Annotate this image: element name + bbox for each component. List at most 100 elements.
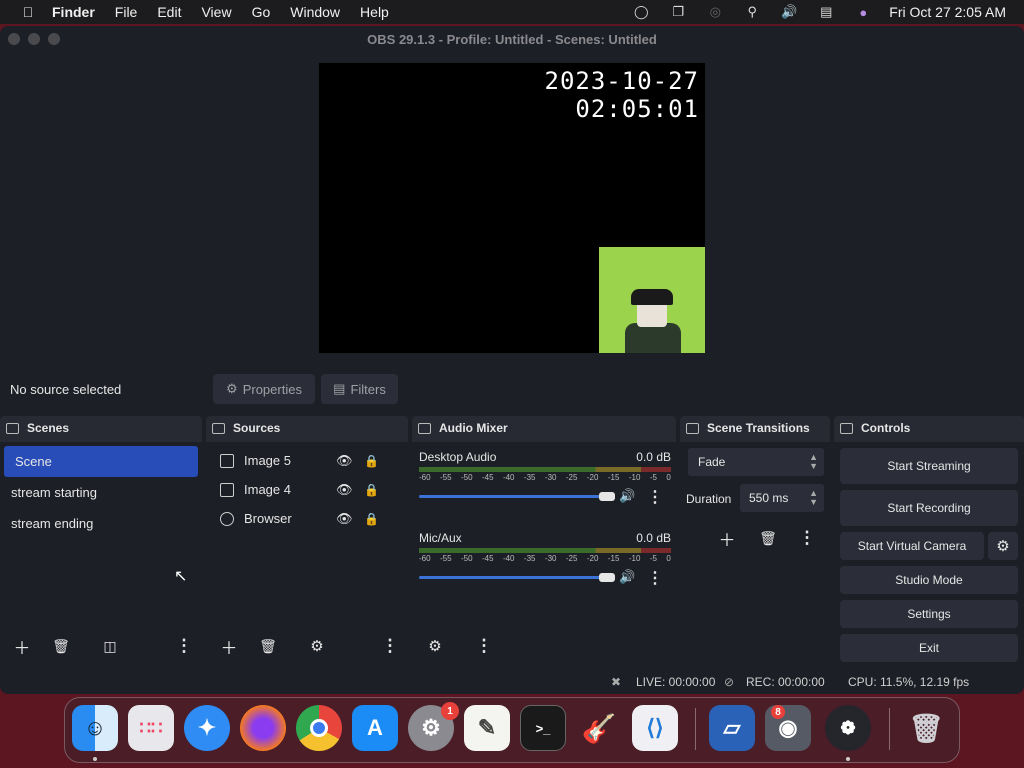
textedit-icon[interactable]: ✎ bbox=[464, 705, 510, 751]
menu-window[interactable]: Window bbox=[290, 4, 340, 20]
virtual-camera-settings-button[interactable]: ⚙ bbox=[988, 532, 1018, 560]
remove-scene-button[interactable]: 🗑 bbox=[48, 634, 74, 658]
source-properties-button[interactable]: ⚙ bbox=[304, 634, 330, 658]
mixer-more-button[interactable]: ⋮ bbox=[471, 634, 497, 658]
remove-transition-button[interactable]: 🗑 bbox=[755, 526, 781, 550]
add-source-button[interactable]: ＋ bbox=[216, 634, 242, 658]
close-window-button[interactable] bbox=[8, 33, 20, 45]
source-item-browser[interactable]: Browser 👁 🔒 bbox=[206, 504, 408, 533]
lock-icon[interactable]: 🔒 bbox=[364, 454, 379, 468]
controls-body: Start Streaming Start Recording Start Vi… bbox=[834, 442, 1024, 664]
terminal-icon[interactable]: >_ bbox=[520, 705, 566, 751]
advanced-audio-button[interactable]: ⚙ bbox=[422, 634, 448, 658]
dock-float-icon[interactable] bbox=[686, 422, 699, 434]
vscode-icon[interactable]: ⟨⟩ bbox=[632, 705, 678, 751]
channel-more-button[interactable]: ⋮ bbox=[647, 568, 663, 588]
siri-icon[interactable]: ● bbox=[852, 5, 874, 20]
search-icon[interactable]: ⚲ bbox=[741, 4, 763, 20]
source-item-image-5[interactable]: Image 5 👁 🔒 bbox=[206, 446, 408, 475]
source-item-image-4[interactable]: Image 4 👁 🔒 bbox=[206, 475, 408, 504]
mute-speaker-icon[interactable]: 🔊 bbox=[619, 488, 635, 504]
scene-filters-button[interactable]: ◫ bbox=[97, 634, 123, 658]
sources-header: Sources bbox=[206, 416, 408, 440]
zoom-window-button[interactable] bbox=[48, 33, 60, 45]
channel-name: Mic/Aux bbox=[419, 531, 462, 545]
studio-mode-button[interactable]: Studio Mode bbox=[840, 566, 1018, 594]
exit-button[interactable]: Exit bbox=[840, 634, 1018, 662]
add-transition-button[interactable]: ＋ bbox=[714, 526, 740, 550]
avatar-body bbox=[625, 323, 681, 353]
safari-icon[interactable]: ✦ bbox=[184, 705, 230, 751]
firefox-icon[interactable] bbox=[240, 705, 286, 751]
start-streaming-button[interactable]: Start Streaming bbox=[840, 448, 1018, 484]
apple-menu-icon[interactable]:  bbox=[18, 4, 38, 20]
transition-select[interactable]: Fade ▲ ▼ bbox=[688, 448, 824, 476]
live-status-icon: ✖ bbox=[611, 675, 622, 689]
scene-item-scene[interactable]: Scene bbox=[4, 446, 198, 477]
filter-icon: ▤ bbox=[333, 381, 346, 396]
control-center-icon[interactable]: ▤ bbox=[815, 4, 837, 20]
launchpad-icon[interactable]: ∷∷ bbox=[128, 705, 174, 751]
running-indicator bbox=[846, 757, 850, 761]
menu-help[interactable]: Help bbox=[360, 4, 389, 20]
chrome-icon[interactable] bbox=[296, 705, 342, 751]
creative-cloud-icon[interactable]: ◯ bbox=[630, 4, 652, 20]
menu-view[interactable]: View bbox=[201, 4, 231, 20]
add-scene-button[interactable]: ＋ bbox=[9, 634, 35, 658]
properties-button[interactable]: ⚙ Properties bbox=[213, 374, 315, 404]
lock-icon[interactable]: 🔒 bbox=[364, 483, 379, 497]
mute-speaker-icon[interactable]: 🔊 bbox=[619, 569, 635, 585]
remove-source-button[interactable]: 🗑 bbox=[255, 634, 281, 658]
channel-more-button[interactable]: ⋮ bbox=[647, 487, 663, 507]
menu-file[interactable]: File bbox=[115, 4, 138, 20]
minimize-window-button[interactable] bbox=[28, 33, 40, 45]
sources-dock: Sources Image 5 👁 🔒 Image 4 👁 🔒 Browser … bbox=[206, 416, 408, 664]
scene-more-button[interactable]: ⋮ bbox=[171, 634, 197, 658]
duration-spinbox[interactable]: 550 ms ▲ ▼ bbox=[740, 484, 824, 512]
dock-float-icon[interactable] bbox=[418, 422, 431, 434]
garageband-icon[interactable]: 🎸 bbox=[576, 705, 622, 751]
lock-icon[interactable]: 🔒 bbox=[364, 512, 379, 526]
volume-meter bbox=[419, 548, 671, 553]
obs-icon[interactable]: ❁ bbox=[825, 705, 871, 751]
dock-float-icon[interactable] bbox=[840, 422, 853, 434]
display-icon[interactable]: ❐ bbox=[667, 4, 689, 20]
menu-edit[interactable]: Edit bbox=[157, 4, 181, 20]
menu-clock[interactable]: Fri Oct 27 2:05 AM bbox=[889, 4, 1006, 20]
menu-go[interactable]: Go bbox=[252, 4, 271, 20]
volume-meter bbox=[419, 467, 671, 472]
volume-slider-handle[interactable] bbox=[599, 492, 615, 501]
trash-icon[interactable]: 🗑 bbox=[903, 705, 949, 751]
finder-icon[interactable]: ☺ bbox=[72, 705, 118, 751]
volume-icon[interactable]: 🔊 bbox=[778, 4, 800, 20]
status-bar: ✖ LIVE: 00:00:00 ⊘ REC: 00:00:00 CPU: 11… bbox=[0, 670, 1024, 694]
stepper-icon[interactable]: ▲ ▼ bbox=[809, 489, 818, 507]
app-store-icon[interactable]: A bbox=[352, 705, 398, 751]
transition-more-button[interactable]: ⋮ bbox=[794, 526, 820, 550]
menu-finder[interactable]: Finder bbox=[52, 4, 95, 20]
visibility-eye-icon[interactable]: 👁 bbox=[336, 511, 353, 527]
settings-button[interactable]: Settings bbox=[840, 600, 1018, 628]
scene-transitions-dock: Scene Transitions Fade ▲ ▼ Duration 550 m… bbox=[680, 416, 830, 664]
dock-float-icon[interactable] bbox=[212, 422, 225, 434]
volume-slider[interactable]: 🔊 ⋮ bbox=[419, 568, 671, 588]
visibility-eye-icon[interactable]: 👁 bbox=[336, 482, 353, 498]
preview-canvas[interactable]: 2023-10-27 02:05:01 bbox=[319, 63, 705, 353]
avatar-image-source bbox=[599, 247, 705, 353]
scene-item-stream-ending[interactable]: stream ending bbox=[0, 508, 202, 539]
dock-separator bbox=[695, 708, 696, 750]
volume-slider-handle[interactable] bbox=[599, 573, 615, 582]
volume-slider[interactable]: 🔊 ⋮ bbox=[419, 487, 671, 507]
visibility-eye-icon[interactable]: 👁 bbox=[336, 453, 353, 469]
start-recording-button[interactable]: Start Recording bbox=[840, 490, 1018, 526]
menu-bar:  Finder File Edit View Go Window Help ◯… bbox=[0, 0, 1024, 24]
scene-item-stream-starting[interactable]: stream starting bbox=[0, 477, 202, 508]
start-virtual-camera-button[interactable]: Start Virtual Camera bbox=[840, 532, 984, 560]
mixer-channel-mic: Mic/Aux 0.0 dB -60 -55 -50 -45 -40 -35 -30 -25-… bbox=[419, 531, 671, 588]
dock-float-icon[interactable] bbox=[6, 422, 19, 434]
source-more-button[interactable]: ⋮ bbox=[377, 634, 403, 658]
virtualbox-icon[interactable]: ▱ bbox=[709, 705, 755, 751]
mixer-channel-desktop: Desktop Audio 0.0 dB -60 -55 -50 -45 -40 -35-… bbox=[419, 450, 671, 507]
filters-button[interactable]: ▤ Filters bbox=[321, 374, 398, 404]
airdrop-icon[interactable]: ◎ bbox=[704, 4, 726, 20]
